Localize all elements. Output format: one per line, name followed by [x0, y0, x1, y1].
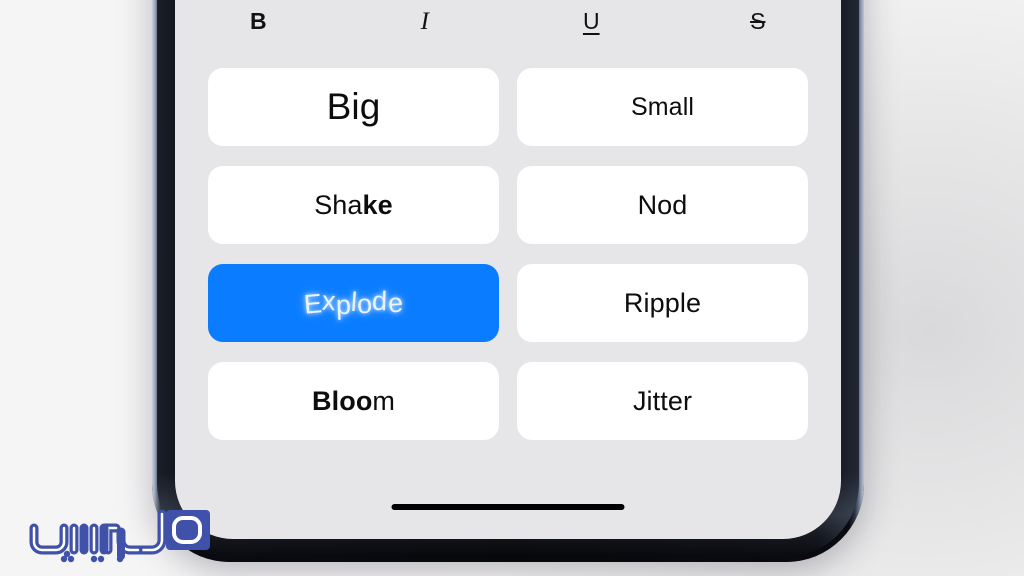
effect-option-label: Ripple: [623, 287, 702, 318]
effect-option-explode[interactable]: Explode: [208, 264, 499, 342]
effect-option-shake[interactable]: Shake: [208, 166, 499, 244]
strikethrough-icon[interactable]: S: [675, 9, 842, 33]
effect-option-label: Big: [326, 86, 381, 127]
effect-option-label: Bloom: [312, 385, 395, 416]
text-effects-grid: Big Small Shake Nod Explode Ripple Bloom Jitter: [208, 68, 808, 440]
effect-option-bloom[interactable]: Bloom: [208, 362, 499, 440]
phone-screen: B I U S Big Small Shake Nod Explode Ripple Blo…: [175, 0, 841, 539]
home-indicator[interactable]: [391, 504, 625, 510]
italic-icon[interactable]: I: [342, 9, 509, 34]
effect-option-small[interactable]: Small: [517, 68, 808, 146]
format-toolbar: B I U S: [175, 0, 841, 43]
phone-device: B I U S Big Small Shake Nod Explode Ripple Blo…: [152, 0, 864, 562]
effect-option-jitter[interactable]: Jitter: [517, 362, 808, 440]
bold-icon[interactable]: B: [175, 9, 342, 33]
effect-option-label: Shake: [314, 189, 393, 220]
effect-option-nod[interactable]: Nod: [517, 166, 808, 244]
effect-option-ripple[interactable]: Ripple: [517, 264, 808, 342]
effect-option-big[interactable]: Big: [208, 68, 499, 146]
effect-option-label: Explode: [303, 285, 404, 320]
effect-option-label: Nod: [637, 189, 688, 220]
underline-icon[interactable]: U: [508, 9, 675, 33]
effect-option-label: Small: [630, 92, 694, 121]
effect-option-label: Jitter: [632, 385, 693, 416]
